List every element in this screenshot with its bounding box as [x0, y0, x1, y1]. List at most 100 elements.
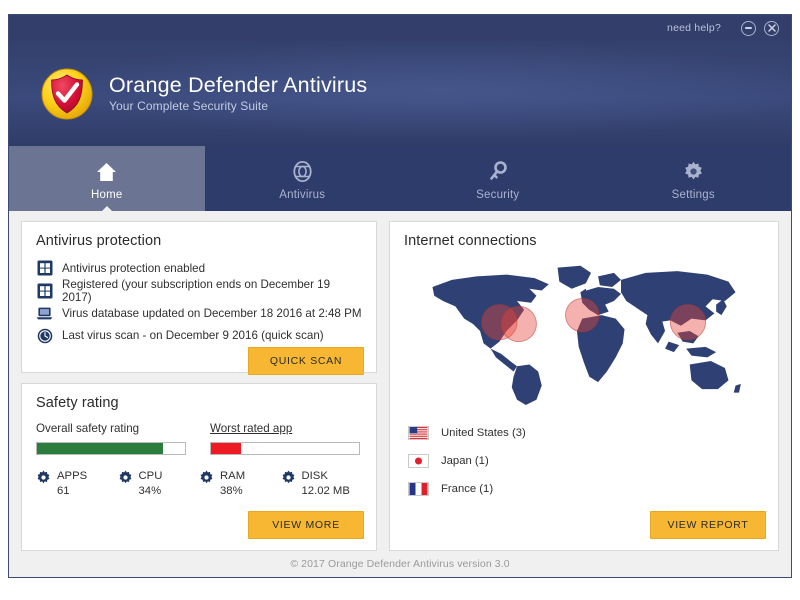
key-icon: [488, 161, 508, 183]
stat-cpu-name: CPU: [139, 470, 163, 482]
list-item: United States (3): [408, 419, 764, 447]
stat-disk: DISK 12.02 MB: [281, 469, 363, 500]
footer: © 2017 Orange Defender Antivirus version…: [21, 551, 779, 577]
stat-ram-value: 38%: [220, 485, 243, 497]
tab-home-label: Home: [91, 189, 122, 201]
stat-apps-value: 61: [57, 485, 70, 497]
tab-settings-label: Settings: [672, 189, 715, 201]
system-stats-row: APPS 61: [36, 469, 362, 500]
view-report-button[interactable]: VIEW REPORT: [650, 511, 766, 539]
gear-icon: [683, 161, 704, 183]
title-bar: need help?: [9, 15, 791, 41]
gear-icon: [281, 470, 296, 485]
connections-legend: United States (3) Japan (1): [390, 405, 778, 511]
safety-rating-title: Safety rating: [22, 384, 376, 417]
antivirus-status-list: Antivirus protection enabled: [22, 255, 376, 347]
clock-icon: [36, 327, 53, 344]
antivirus-protection-title: Antivirus protection: [22, 222, 376, 255]
minimize-button[interactable]: [741, 21, 756, 36]
brand-header: Orange Defender Antivirus Your Complete …: [9, 41, 791, 146]
internet-connections-card: Internet connections: [389, 221, 779, 551]
stat-cpu: CPU 34%: [118, 469, 200, 500]
world-map[interactable]: [404, 257, 764, 405]
windows-panes-icon: [36, 282, 53, 299]
internet-connections-title: Internet connections: [390, 222, 778, 255]
shield-check-logo-icon: [41, 68, 93, 120]
list-item: Virus database updated on December 18 20…: [36, 302, 362, 325]
list-item: Last virus scan - on December 9 2016 (qu…: [36, 325, 362, 348]
overall-safety-fill: [37, 443, 163, 454]
stat-cpu-value: 34%: [139, 485, 162, 497]
worst-rated-app-label[interactable]: Worst rated app: [210, 422, 360, 435]
worst-rated-app-track: [210, 442, 360, 455]
panels-row: Antivirus protection: [21, 221, 779, 551]
brand-text-block: Orange Defender Antivirus Your Complete …: [109, 74, 367, 114]
left-column: Antivirus protection: [21, 221, 377, 551]
gear-icon: [118, 470, 133, 485]
stat-ram: RAM 38%: [199, 469, 281, 500]
app-title: Orange Defender Antivirus: [109, 74, 367, 97]
tab-antivirus-label: Antivirus: [279, 189, 325, 201]
active-tab-pointer: [101, 206, 113, 212]
stat-disk-name: DISK: [302, 470, 328, 482]
home-icon: [96, 161, 117, 183]
list-item-label: Registered (your subscription ends on De…: [62, 278, 362, 304]
tab-antivirus[interactable]: Antivirus: [205, 146, 401, 211]
main-navigation: Home Antivirus Security: [9, 146, 791, 211]
tab-home[interactable]: Home: [9, 146, 205, 211]
list-item: Antivirus protection enabled: [36, 257, 362, 280]
need-help-link[interactable]: need help?: [667, 22, 721, 34]
tab-security[interactable]: Security: [400, 146, 596, 211]
japan-flag-icon: [408, 454, 429, 468]
worst-rated-app-meter: Worst rated app: [210, 422, 360, 455]
close-button[interactable]: [764, 21, 779, 36]
content-area: Antivirus protection: [9, 211, 791, 577]
safety-card-actions: VIEW MORE: [22, 511, 376, 550]
safety-rating-card: Safety rating Overall safety rating Wors…: [21, 383, 377, 551]
japan-marker: [670, 305, 705, 340]
stat-apps-text: APPS 61: [57, 469, 87, 500]
app-logo: [41, 68, 93, 120]
overall-safety-label: Overall safety rating: [36, 422, 186, 435]
list-item-label: Last virus scan - on December 9 2016 (qu…: [62, 329, 324, 342]
list-item: Japan (1): [408, 447, 764, 475]
close-icon: [768, 24, 776, 32]
view-more-button[interactable]: VIEW MORE: [248, 511, 364, 539]
windows-panes-icon: [36, 260, 53, 277]
stat-ram-text: RAM 38%: [220, 469, 245, 500]
stat-apps: APPS 61: [36, 469, 118, 500]
united-states-marker-east: [501, 306, 536, 341]
list-item-label: Antivirus protection enabled: [62, 262, 205, 275]
stat-cpu-text: CPU 34%: [139, 469, 163, 500]
antivirus-protection-card: Antivirus protection: [21, 221, 377, 373]
stat-ram-name: RAM: [220, 470, 245, 482]
stat-disk-value: 12.02 MB: [302, 485, 350, 497]
connections-card-actions: VIEW REPORT: [390, 511, 778, 550]
france-flag-icon: [408, 482, 429, 496]
stat-apps-name: APPS: [57, 470, 87, 482]
overall-safety-meter: Overall safety rating: [36, 422, 186, 455]
overall-safety-track: [36, 442, 186, 455]
legend-label: Japan (1): [441, 455, 489, 467]
application-window: need help?: [8, 14, 792, 578]
meters-row: Overall safety rating Worst rated app: [36, 422, 362, 455]
right-column: Internet connections: [389, 221, 779, 551]
worst-rated-app-fill: [211, 443, 241, 454]
stat-disk-text: DISK 12.02 MB: [302, 469, 350, 500]
copyright-text: © 2017 Orange Defender Antivirus version…: [290, 558, 509, 570]
tab-security-label: Security: [476, 189, 519, 201]
app-subtitle: Your Complete Security Suite: [109, 99, 367, 113]
safety-rating-body: Overall safety rating Worst rated app: [22, 417, 376, 500]
list-item: France (1): [408, 475, 764, 503]
tab-settings[interactable]: Settings: [596, 146, 792, 211]
legend-label: United States (3): [441, 427, 526, 439]
world-map-svg: [404, 257, 764, 405]
minus-icon: [745, 27, 752, 29]
antivirus-card-actions: QUICK SCAN: [22, 347, 376, 386]
list-item: Registered (your subscription ends on De…: [36, 280, 362, 303]
list-item-label: Virus database updated on December 18 20…: [62, 307, 362, 320]
legend-label: France (1): [441, 483, 493, 495]
quick-scan-button[interactable]: QUICK SCAN: [248, 347, 364, 375]
shield-ring-icon: [292, 161, 313, 183]
laptop-icon: [36, 305, 53, 322]
